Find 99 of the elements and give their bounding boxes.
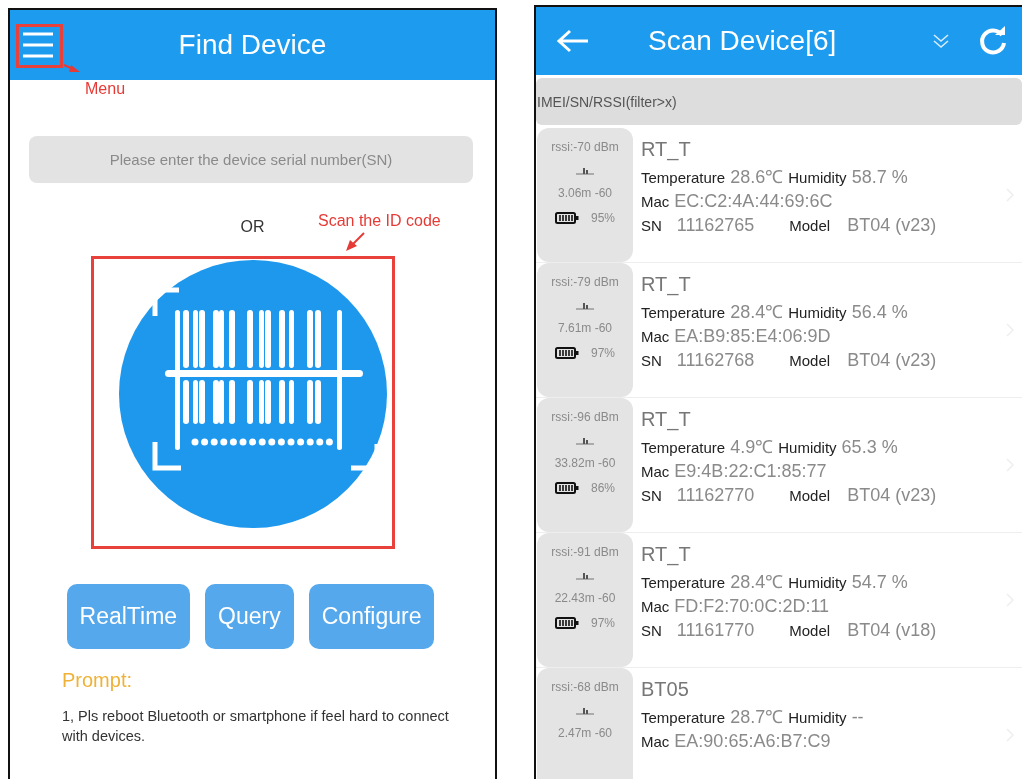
humidity-value: 56.4 % (851, 302, 908, 323)
mac-label: Mac (641, 598, 670, 615)
humidity-label: Humidity (788, 574, 847, 591)
humidity-value: 58.7 % (851, 167, 908, 188)
prompt-text: 1, Pls reboot Bluetooth or smartphone if feel hard to connect with devices. (62, 707, 450, 746)
double-chevron-icon (932, 33, 950, 49)
device-list-item[interactable]: rssi:-96 dBm 33.82m -60 86% RT_T Temperature 4.9℃ Humidity 65.3 % Mac E9:4B:22:C1:85:77 SN 11162770 Model BT04 (v23) (536, 398, 1022, 533)
annotation-label: Scan the ID code (318, 212, 441, 230)
humidity-value: -- (851, 707, 864, 728)
sn-label: SN (641, 487, 662, 504)
annotation-arrow (345, 232, 365, 252)
sn-value: 11162768 (676, 350, 755, 371)
device-list-item[interactable]: rssi:-70 dBm 3.06m -60 95% RT_T Temperature 28.6℃ Humidity 58.7 % Mac EC:C2:4A:44:69:6C SN 11162765 Model BT04 (v23) (536, 128, 1022, 263)
filter-field[interactable]: IMEI/SN/RSSI(filter>x) (536, 78, 1022, 125)
temperature-value: 28.7℃ (730, 706, 784, 728)
menu-button[interactable] (20, 30, 56, 60)
mac-label: Mac (641, 733, 670, 750)
screen-title: Find Device (177, 29, 328, 61)
sn-label: SN (641, 217, 662, 234)
battery-icon (555, 617, 579, 629)
sn-value: 11162770 (676, 485, 755, 506)
signal-icon (575, 300, 595, 310)
rssi-text: rssi:-79 dBm (551, 275, 619, 289)
temperature-value: 28.4℃ (730, 571, 784, 593)
menu-icon (20, 30, 56, 60)
rssi-text: rssi:-91 dBm (551, 545, 619, 559)
mac-value: EA:B9:85:E4:06:9D (674, 326, 831, 347)
distance-text: 2.47m -60 (558, 726, 612, 740)
humidity-value: 54.7 % (851, 572, 908, 593)
prompt-title: Prompt: (62, 669, 134, 692)
mac-label: Mac (641, 463, 670, 480)
temperature-label: Temperature (641, 439, 726, 456)
temperature-label: Temperature (641, 304, 726, 321)
or-separator: OR (240, 218, 265, 236)
sn-value: 11162765 (676, 215, 755, 236)
rssi-text: rssi:-68 dBm (551, 680, 619, 694)
model-value: BT04 (v23) (847, 350, 937, 371)
model-value: BT04 (v23) (847, 485, 937, 506)
humidity-label: Humidity (778, 439, 837, 456)
device-name: RT_T (641, 138, 692, 161)
mac-value: FD:F2:70:0C:2D:11 (674, 596, 830, 617)
mac-value: EA:90:65:A6:B7:C9 (674, 731, 831, 752)
battery-percent: 97% (591, 616, 615, 630)
rssi-text: rssi:-96 dBm (551, 410, 619, 424)
distance-text: 33.82m -60 (554, 456, 616, 470)
signal-icon (575, 705, 595, 715)
humidity-label: Humidity (788, 304, 847, 321)
battery-percent: 95% (591, 211, 615, 225)
rssi-text: rssi:-70 dBm (551, 140, 619, 154)
temperature-label: Temperature (641, 169, 726, 186)
sn-label: SN (641, 622, 662, 639)
sn-label: SN (641, 352, 662, 369)
back-button[interactable] (556, 29, 590, 53)
annotation-arrow (63, 64, 81, 74)
battery-percent: 97% (591, 346, 615, 360)
temperature-value: 4.9℃ (730, 436, 774, 458)
mac-label: Mac (641, 193, 670, 210)
temperature-value: 28.4℃ (730, 301, 784, 323)
back-arrow-icon (556, 29, 590, 53)
screen-title: Scan Device[6] (648, 25, 838, 57)
battery-percent: 86% (591, 481, 615, 495)
temperature-value: 28.6℃ (730, 166, 784, 188)
signal-icon (575, 435, 595, 445)
device-name: BT05 (641, 678, 690, 701)
temperature-label: Temperature (641, 709, 726, 726)
device-name: RT_T (641, 408, 692, 431)
signal-icon (575, 165, 595, 175)
distance-text: 22.43m -60 (554, 591, 616, 605)
annotation-box (16, 24, 63, 68)
distance-text: 7.61m -60 (558, 321, 612, 335)
device-name: RT_T (641, 543, 692, 566)
mac-value: EC:C2:4A:44:69:6C (674, 191, 833, 212)
refresh-icon (978, 26, 1008, 56)
refresh-button[interactable] (978, 26, 1008, 56)
device-list-item[interactable]: rssi:-68 dBm 2.47m -60 BT05 Temperature 28.7℃ Humidity -- Mac EA:90:65:A6:B7:C9 (536, 668, 1022, 779)
mac-label: Mac (641, 328, 670, 345)
model-value: BT04 (v23) (847, 215, 937, 236)
mac-value: E9:4B:22:C1:85:77 (674, 461, 827, 482)
expand-button[interactable] (932, 33, 950, 49)
model-value: BT04 (v18) (847, 620, 937, 641)
humidity-value: 65.3 % (841, 437, 898, 458)
humidity-label: Humidity (788, 169, 847, 186)
battery-icon (555, 347, 579, 359)
battery-icon (555, 212, 579, 224)
sn-value: 11161770 (676, 620, 755, 641)
distance-text: 3.06m -60 (558, 186, 612, 200)
device-list-item[interactable]: rssi:-91 dBm 22.43m -60 97% RT_T Temperature 28.4℃ Humidity 54.7 % Mac FD:F2:70:0C:2D:11 SN 11161770 Model BT04 (v18) (536, 533, 1022, 668)
battery-icon (555, 482, 579, 494)
serial-number-field[interactable]: Please enter the device serial number(SN) (29, 136, 473, 183)
annotation-label: Menu (85, 80, 126, 98)
model-label: Model (789, 217, 831, 234)
humidity-label: Humidity (788, 709, 847, 726)
device-name: RT_T (641, 273, 692, 296)
model-label: Model (789, 622, 831, 639)
temperature-label: Temperature (641, 574, 726, 591)
device-list-item[interactable]: rssi:-79 dBm 7.61m -60 97% RT_T Temperature 28.4℃ Humidity 56.4 % Mac EA:B9:85:E4:06:9D SN 11162768 Model BT04 (v23) (536, 263, 1022, 398)
signal-icon (575, 570, 595, 580)
model-label: Model (789, 487, 831, 504)
model-label: Model (789, 352, 831, 369)
